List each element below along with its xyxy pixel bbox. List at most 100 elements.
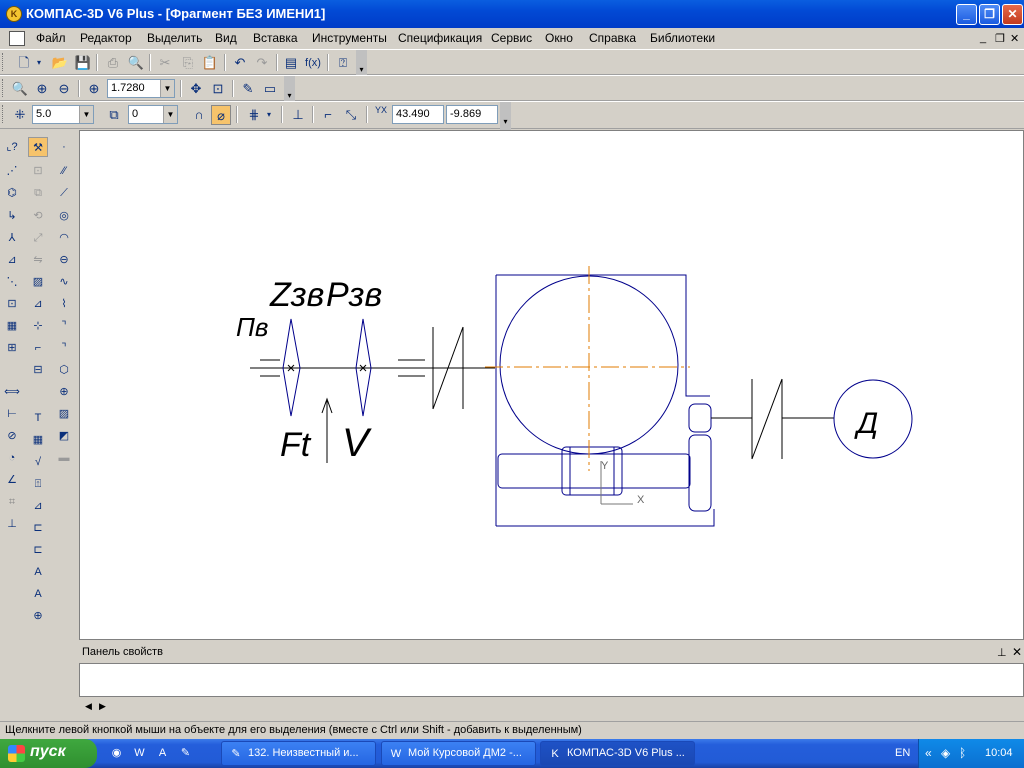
tolerance-icon[interactable]: ⊏ [28, 540, 48, 560]
axis-mark-icon[interactable]: A [28, 562, 48, 582]
spec-panel-icon[interactable]: ⊡ [2, 294, 22, 314]
toolbar-chevron-icon[interactable]: ▾ [356, 50, 367, 76]
quicklaunch-word-icon[interactable]: W [131, 745, 148, 762]
section-icon[interactable]: A [28, 584, 48, 604]
properties-panel-content[interactable] [79, 663, 1024, 697]
measure-icon[interactable]: ⊿ [2, 250, 22, 270]
dimensions-icon[interactable]: ⋰ [2, 161, 22, 181]
chevron-down-icon[interactable]: ▼ [79, 106, 93, 123]
zoom-combo[interactable]: 1.7280 ▼ [107, 79, 175, 98]
specification-icon[interactable]: ▤ [281, 53, 301, 73]
close-panel-icon[interactable]: ✕ [1012, 645, 1022, 659]
tray-expand-icon[interactable]: « [925, 746, 932, 760]
title-bar[interactable]: K КОМПАС-3D V6 Plus - [Фрагмент БЕЗ ИМЕН… [0, 0, 1024, 28]
new-dropdown-icon[interactable]: ▾ [34, 53, 44, 73]
line-fillet-icon[interactable]: ⌝ [54, 316, 74, 336]
tray-network-icon[interactable]: ◈ [941, 746, 950, 760]
equidistant-icon[interactable]: ◩ [54, 426, 74, 446]
move-icon[interactable]: ⊡ [28, 161, 48, 181]
macro-element-icon[interactable]: ▬ [54, 448, 74, 468]
quicklaunch-pencil-icon[interactable]: ✎ [177, 745, 194, 762]
layer-combo[interactable]: 0 ▼ [128, 105, 178, 124]
menu-select[interactable]: Выделить [147, 31, 202, 45]
rotate-icon[interactable]: ⟲ [28, 206, 48, 226]
notation-icon[interactable]: ⌬ [2, 183, 22, 203]
kompas-app-icon[interactable]: K [6, 6, 22, 22]
mdi-close-button[interactable]: ✕ [1010, 32, 1019, 45]
snap-active-icon[interactable]: ⌀ [211, 105, 231, 125]
spline-icon[interactable]: ∿ [54, 272, 74, 292]
quicklaunch-ie-icon[interactable]: ◉ [108, 745, 125, 762]
scroll-right-icon[interactable]: ▶ [99, 701, 106, 712]
text-icon[interactable]: T [28, 408, 48, 428]
leader-icon[interactable]: ⊿ [28, 496, 48, 516]
task-button-pencil[interactable]: ✎ 132. Неизвестный и... [221, 741, 376, 766]
display-mode-icon[interactable]: ▭ [260, 79, 280, 99]
break-dim-icon[interactable]: ⌗ [2, 492, 22, 512]
task-button-kompas[interactable]: K КОМПАС-3D V6 Plus ... [540, 741, 695, 766]
clock[interactable]: 10:04 [985, 747, 1013, 759]
language-indicator[interactable]: EN [895, 747, 910, 759]
menu-file[interactable]: Файл [36, 31, 66, 45]
save-icon[interactable]: 💾 [73, 53, 93, 73]
macro-icon[interactable]: ⊞ [2, 338, 22, 358]
hatch-icon[interactable]: ▨ [54, 404, 74, 424]
parametrize-icon[interactable]: ⅄ [2, 228, 22, 248]
aux-line-icon[interactable]: ⁄⁄ [54, 161, 74, 181]
contour-icon[interactable]: ⊕ [54, 382, 74, 402]
chevron-down-icon[interactable]: ▼ [160, 80, 174, 97]
height-mark-icon[interactable]: ⊥ [2, 514, 22, 534]
zoom-out-icon[interactable]: ⊖ [54, 79, 74, 99]
cursor-step-icon[interactable]: ⁜ [10, 105, 30, 125]
table-icon[interactable]: ▦ [28, 430, 48, 450]
menu-specification[interactable]: Спецификация [398, 31, 482, 45]
drawing-svg[interactable]: Пв Zзв Рзв Ft V Д Y X [80, 131, 1024, 641]
paste-icon[interactable]: 📋 [200, 53, 220, 73]
pin-icon[interactable]: ⊥ [997, 646, 1007, 659]
bluetooth-icon[interactable]: ᛒ [959, 746, 966, 760]
ellipse-icon[interactable]: ⊖ [54, 250, 74, 270]
cut-icon[interactable]: ✂ [155, 53, 175, 73]
quicklaunch-acrobat-icon[interactable]: A [154, 745, 171, 762]
layer-icon[interactable]: ⧉ [104, 105, 124, 125]
cursor-mode-icon[interactable]: ⤡ [341, 105, 361, 125]
radial-dim-icon[interactable]: ◔ [2, 448, 22, 468]
position-icon[interactable]: ⊏ [28, 518, 48, 538]
mdi-restore-button[interactable]: ❐ [995, 32, 1005, 45]
new-document-icon[interactable]: 🗋 [14, 53, 34, 73]
menu-window[interactable]: Окно [545, 31, 573, 45]
grid-dropdown-icon[interactable]: ▾ [264, 105, 274, 125]
fillet-icon[interactable]: ⌐ [28, 338, 48, 358]
deform-icon[interactable]: ▨ [28, 272, 48, 292]
select-icon[interactable]: ⋱ [2, 272, 22, 292]
horizontal-dim-icon[interactable]: ⊢ [2, 404, 22, 424]
toolbar-grip[interactable] [2, 79, 5, 97]
arc-icon[interactable]: ◠ [54, 228, 74, 248]
zoom-in-icon[interactable]: ⊕ [32, 79, 52, 99]
show-all-icon[interactable]: ⊡ [208, 79, 228, 99]
angle-dim-icon[interactable]: ∠ [2, 470, 22, 490]
task-button-word[interactable]: W Мой Курсовой ДМ2 -... [381, 741, 536, 766]
cursor-step-combo[interactable]: 5.0 ▼ [32, 105, 94, 124]
formula-fx-icon[interactable]: f(x) [303, 53, 323, 73]
report-icon[interactable]: ▦ [2, 316, 22, 336]
snap-icon[interactable]: ∩ [189, 105, 209, 125]
menu-service[interactable]: Сервис [491, 31, 532, 45]
ortho-mode-icon[interactable]: ⌐ [318, 105, 338, 125]
local-cs-icon[interactable]: ⊥ [288, 105, 308, 125]
pan-icon[interactable]: ✥ [186, 79, 206, 99]
mdi-minimize-button[interactable]: _ [980, 32, 986, 44]
polyline-icon[interactable]: ⌇ [54, 294, 74, 314]
polygon-icon[interactable]: ⬡ [54, 360, 74, 380]
line-chamfer-icon[interactable]: ⌝ [54, 338, 74, 358]
scroll-left-icon[interactable]: ◀ [85, 701, 92, 712]
scale-icon[interactable]: ⤢ [28, 228, 48, 248]
linear-dim-icon[interactable]: ⟺ [2, 382, 22, 402]
redo-icon[interactable]: ↷ [252, 53, 272, 73]
undo-icon[interactable]: ↶ [230, 53, 250, 73]
restore-button[interactable]: ❐ [979, 4, 1000, 25]
toolbar-grip[interactable] [2, 53, 5, 71]
cursor-y-field[interactable]: -9.869 [446, 105, 498, 124]
menu-insert[interactable]: Вставка [253, 31, 298, 45]
zoom-scale-icon[interactable]: ⊕ [84, 79, 104, 99]
